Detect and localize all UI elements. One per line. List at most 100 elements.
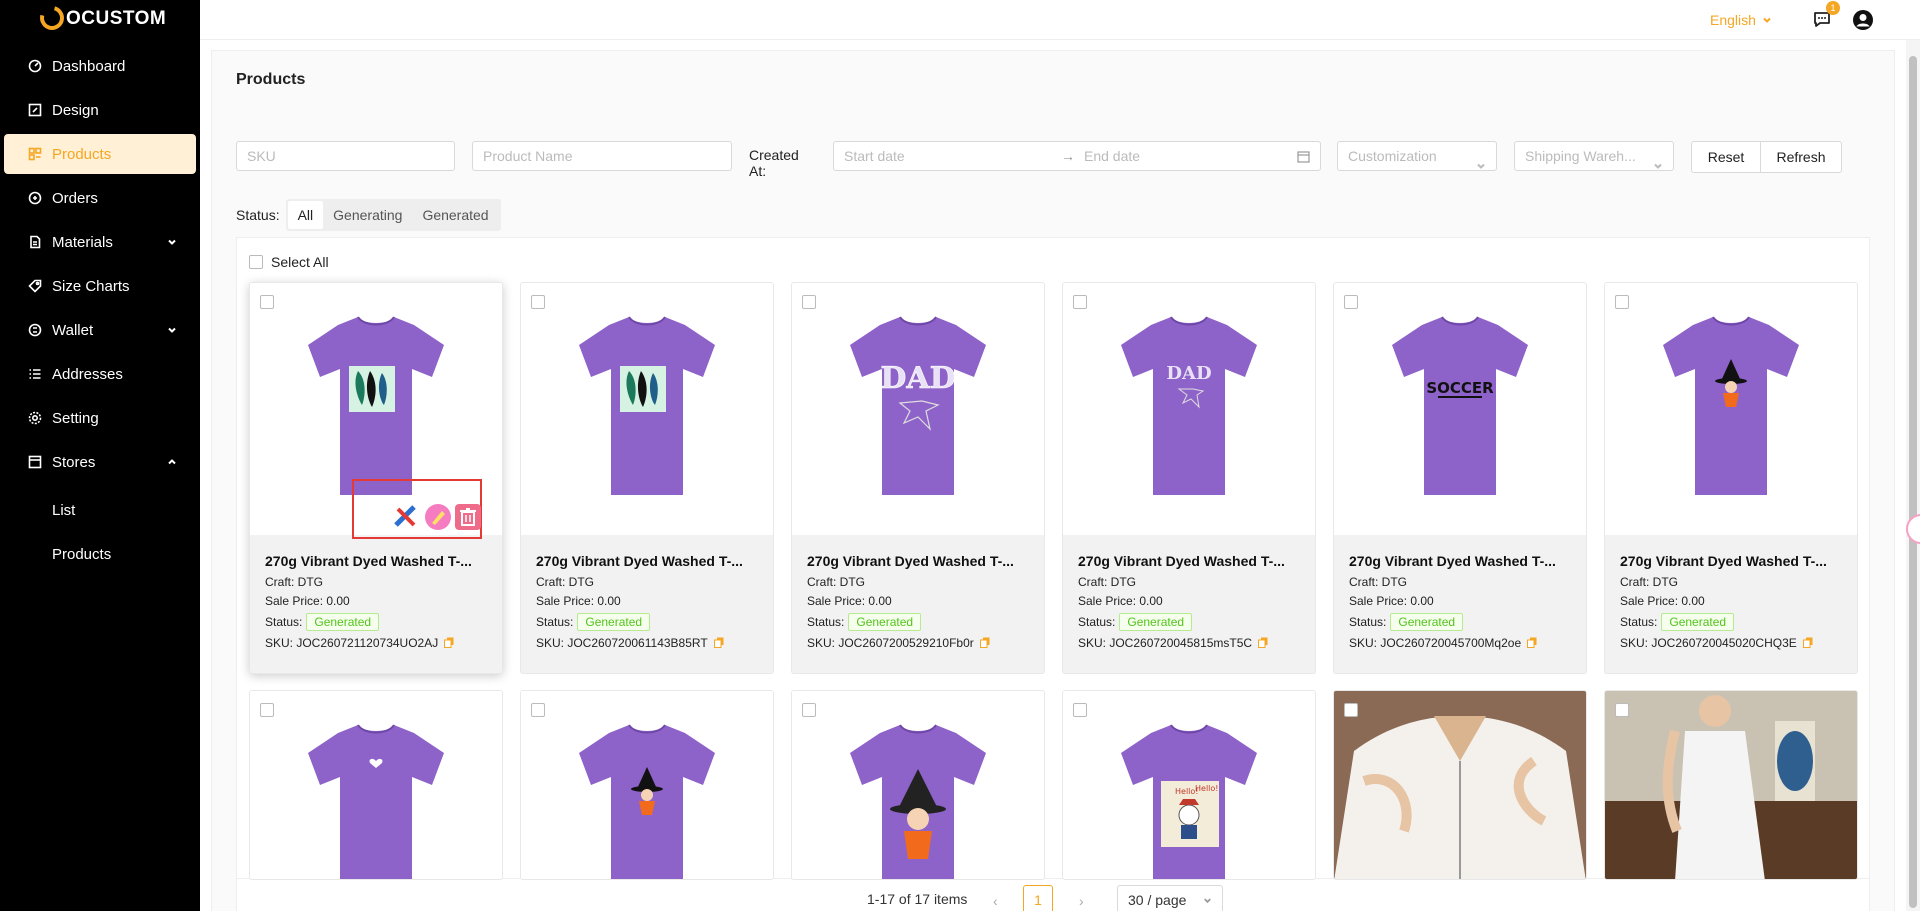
product-status: Status: Generated: [1349, 613, 1576, 631]
materials-icon: [28, 235, 42, 249]
product-card[interactable]: DAD 270g Vibrant Dyed Washed T-... Craft: …: [791, 282, 1045, 674]
sidebar-item-setting[interactable]: Setting: [4, 398, 196, 438]
design-tool-icon[interactable]: [392, 503, 420, 531]
product-card[interactable]: [520, 690, 774, 880]
logo-text: OCUSTOM: [66, 8, 167, 29]
product-checkbox[interactable]: [1073, 295, 1087, 309]
status-badge: Generated: [1119, 613, 1193, 631]
product-checkbox[interactable]: [531, 703, 545, 717]
product-checkbox[interactable]: [802, 295, 816, 309]
product-card[interactable]: SOCCER 270g Vibrant Dyed Washed T-... Craf…: [1333, 282, 1587, 674]
product-name-input[interactable]: Product Name: [472, 141, 732, 171]
product-checkbox[interactable]: [260, 295, 274, 309]
design-icon: [28, 103, 42, 117]
product-checkbox[interactable]: [802, 703, 816, 717]
product-card[interactable]: [249, 690, 503, 880]
sidebar-item-wallet[interactable]: Wallet: [4, 310, 196, 350]
refresh-button[interactable]: Refresh: [1760, 141, 1842, 173]
sidebar-item-products[interactable]: Products: [4, 134, 196, 174]
sidebar-subitem-list[interactable]: List: [4, 490, 196, 530]
product-price: Sale Price: 0.00: [265, 594, 350, 608]
reset-button[interactable]: Reset: [1691, 141, 1761, 173]
product-checkbox[interactable]: [1615, 295, 1629, 309]
product-title[interactable]: 270g Vibrant Dyed Washed T-...: [265, 553, 492, 569]
prev-page-button[interactable]: ‹: [993, 893, 1007, 909]
page-number-button[interactable]: 1: [1023, 885, 1053, 911]
status-segmented-control: All Generating Generated: [285, 199, 501, 231]
date-range-picker[interactable]: Start date → End date: [833, 141, 1321, 171]
product-image[interactable]: [1605, 283, 1857, 535]
chevron-down-icon: [166, 323, 178, 335]
customization-select[interactable]: Customization: [1337, 141, 1497, 171]
product-card[interactable]: Hello! Hello!: [1062, 690, 1316, 880]
scrollbar-thumb[interactable]: [1909, 56, 1917, 908]
page-size-select[interactable]: 30 / page: [1117, 885, 1223, 911]
sidebar-item-addresses[interactable]: Addresses: [4, 354, 196, 394]
status-option-generating[interactable]: Generating: [323, 201, 412, 229]
created-at-label: Created At:: [749, 147, 799, 179]
end-date-input[interactable]: End date: [1084, 142, 1140, 170]
logo[interactable]: OCUSTOM: [0, 0, 200, 38]
product-card[interactable]: DAD 270g Vibrant Dyed Washed T-... Craft: …: [1062, 282, 1316, 674]
sidebar-item-stores[interactable]: Stores: [4, 442, 196, 482]
product-card[interactable]: 270g Vibrant Dyed Washed T-... Craft: DTG…: [520, 282, 774, 674]
copy-icon[interactable]: [444, 637, 454, 648]
product-title[interactable]: 270g Vibrant Dyed Washed T-...: [1078, 553, 1305, 569]
sku-input[interactable]: SKU: [236, 141, 455, 171]
orders-icon: [28, 191, 42, 205]
copy-icon[interactable]: [979, 637, 990, 648]
copy-icon[interactable]: [1527, 637, 1537, 648]
select-all[interactable]: Select All: [249, 254, 329, 270]
product-price: Sale Price: 0.00: [1349, 594, 1434, 608]
shipping-warehouse-select[interactable]: Shipping Wareh...: [1514, 141, 1674, 171]
product-image[interactable]: [1334, 691, 1586, 879]
product-checkbox[interactable]: [1344, 703, 1358, 717]
sidebar-item-dashboard[interactable]: Dashboard: [4, 46, 196, 86]
page-scrollbar[interactable]: [1906, 40, 1920, 911]
stores-icon: [28, 455, 42, 469]
product-card[interactable]: [1333, 690, 1587, 880]
product-checkbox[interactable]: [1344, 295, 1358, 309]
product-checkbox[interactable]: [1073, 703, 1087, 717]
product-title[interactable]: 270g Vibrant Dyed Washed T-...: [1620, 553, 1847, 569]
sidebar-item-materials[interactable]: Materials: [4, 222, 196, 262]
product-image[interactable]: [521, 691, 773, 879]
sidebar-item-label: Dashboard: [52, 57, 126, 75]
edit-icon[interactable]: [424, 503, 452, 531]
product-card[interactable]: 270g Vibrant Dyed Washed T-... Craft: DTG…: [249, 282, 503, 674]
product-craft: Craft: DTG: [536, 575, 595, 589]
product-title[interactable]: 270g Vibrant Dyed Washed T-...: [536, 553, 763, 569]
next-page-button[interactable]: ›: [1079, 893, 1093, 909]
product-card[interactable]: 270g Vibrant Dyed Washed T-... Craft: DTG…: [1604, 282, 1858, 674]
language-selector[interactable]: English: [1710, 12, 1772, 28]
product-checkbox[interactable]: [531, 295, 545, 309]
status-option-generated[interactable]: Generated: [412, 201, 498, 229]
product-image[interactable]: [792, 691, 1044, 879]
pagination-total: 1-17 of 17 items: [867, 891, 968, 907]
product-checkbox[interactable]: [1615, 703, 1629, 717]
product-image[interactable]: DAD: [792, 283, 1044, 535]
copy-icon[interactable]: [713, 637, 724, 648]
user-avatar-icon[interactable]: [1852, 9, 1874, 31]
product-card[interactable]: [791, 690, 1045, 880]
product-image[interactable]: [1605, 691, 1857, 879]
product-image[interactable]: SOCCER: [1334, 283, 1586, 535]
product-image[interactable]: Hello! Hello!: [1063, 691, 1315, 879]
delete-icon[interactable]: [454, 503, 482, 531]
sidebar-item-design[interactable]: Design: [4, 90, 196, 130]
product-checkbox[interactable]: [260, 703, 274, 717]
product-card[interactable]: [1604, 690, 1858, 880]
status-option-all[interactable]: All: [287, 201, 324, 229]
start-date-input[interactable]: Start date: [844, 148, 905, 164]
copy-icon[interactable]: [1802, 637, 1813, 648]
copy-icon[interactable]: [1258, 637, 1268, 648]
sidebar-item-orders[interactable]: Orders: [4, 178, 196, 218]
product-title[interactable]: 270g Vibrant Dyed Washed T-...: [1349, 553, 1576, 569]
select-all-checkbox[interactable]: [249, 255, 263, 269]
sidebar-subitem-products[interactable]: Products: [4, 534, 196, 574]
product-image[interactable]: [250, 691, 502, 879]
product-image[interactable]: [521, 283, 773, 535]
product-image[interactable]: DAD: [1063, 283, 1315, 535]
sidebar-item-size-charts[interactable]: Size Charts: [4, 266, 196, 306]
product-title[interactable]: 270g Vibrant Dyed Washed T-...: [807, 553, 1034, 569]
